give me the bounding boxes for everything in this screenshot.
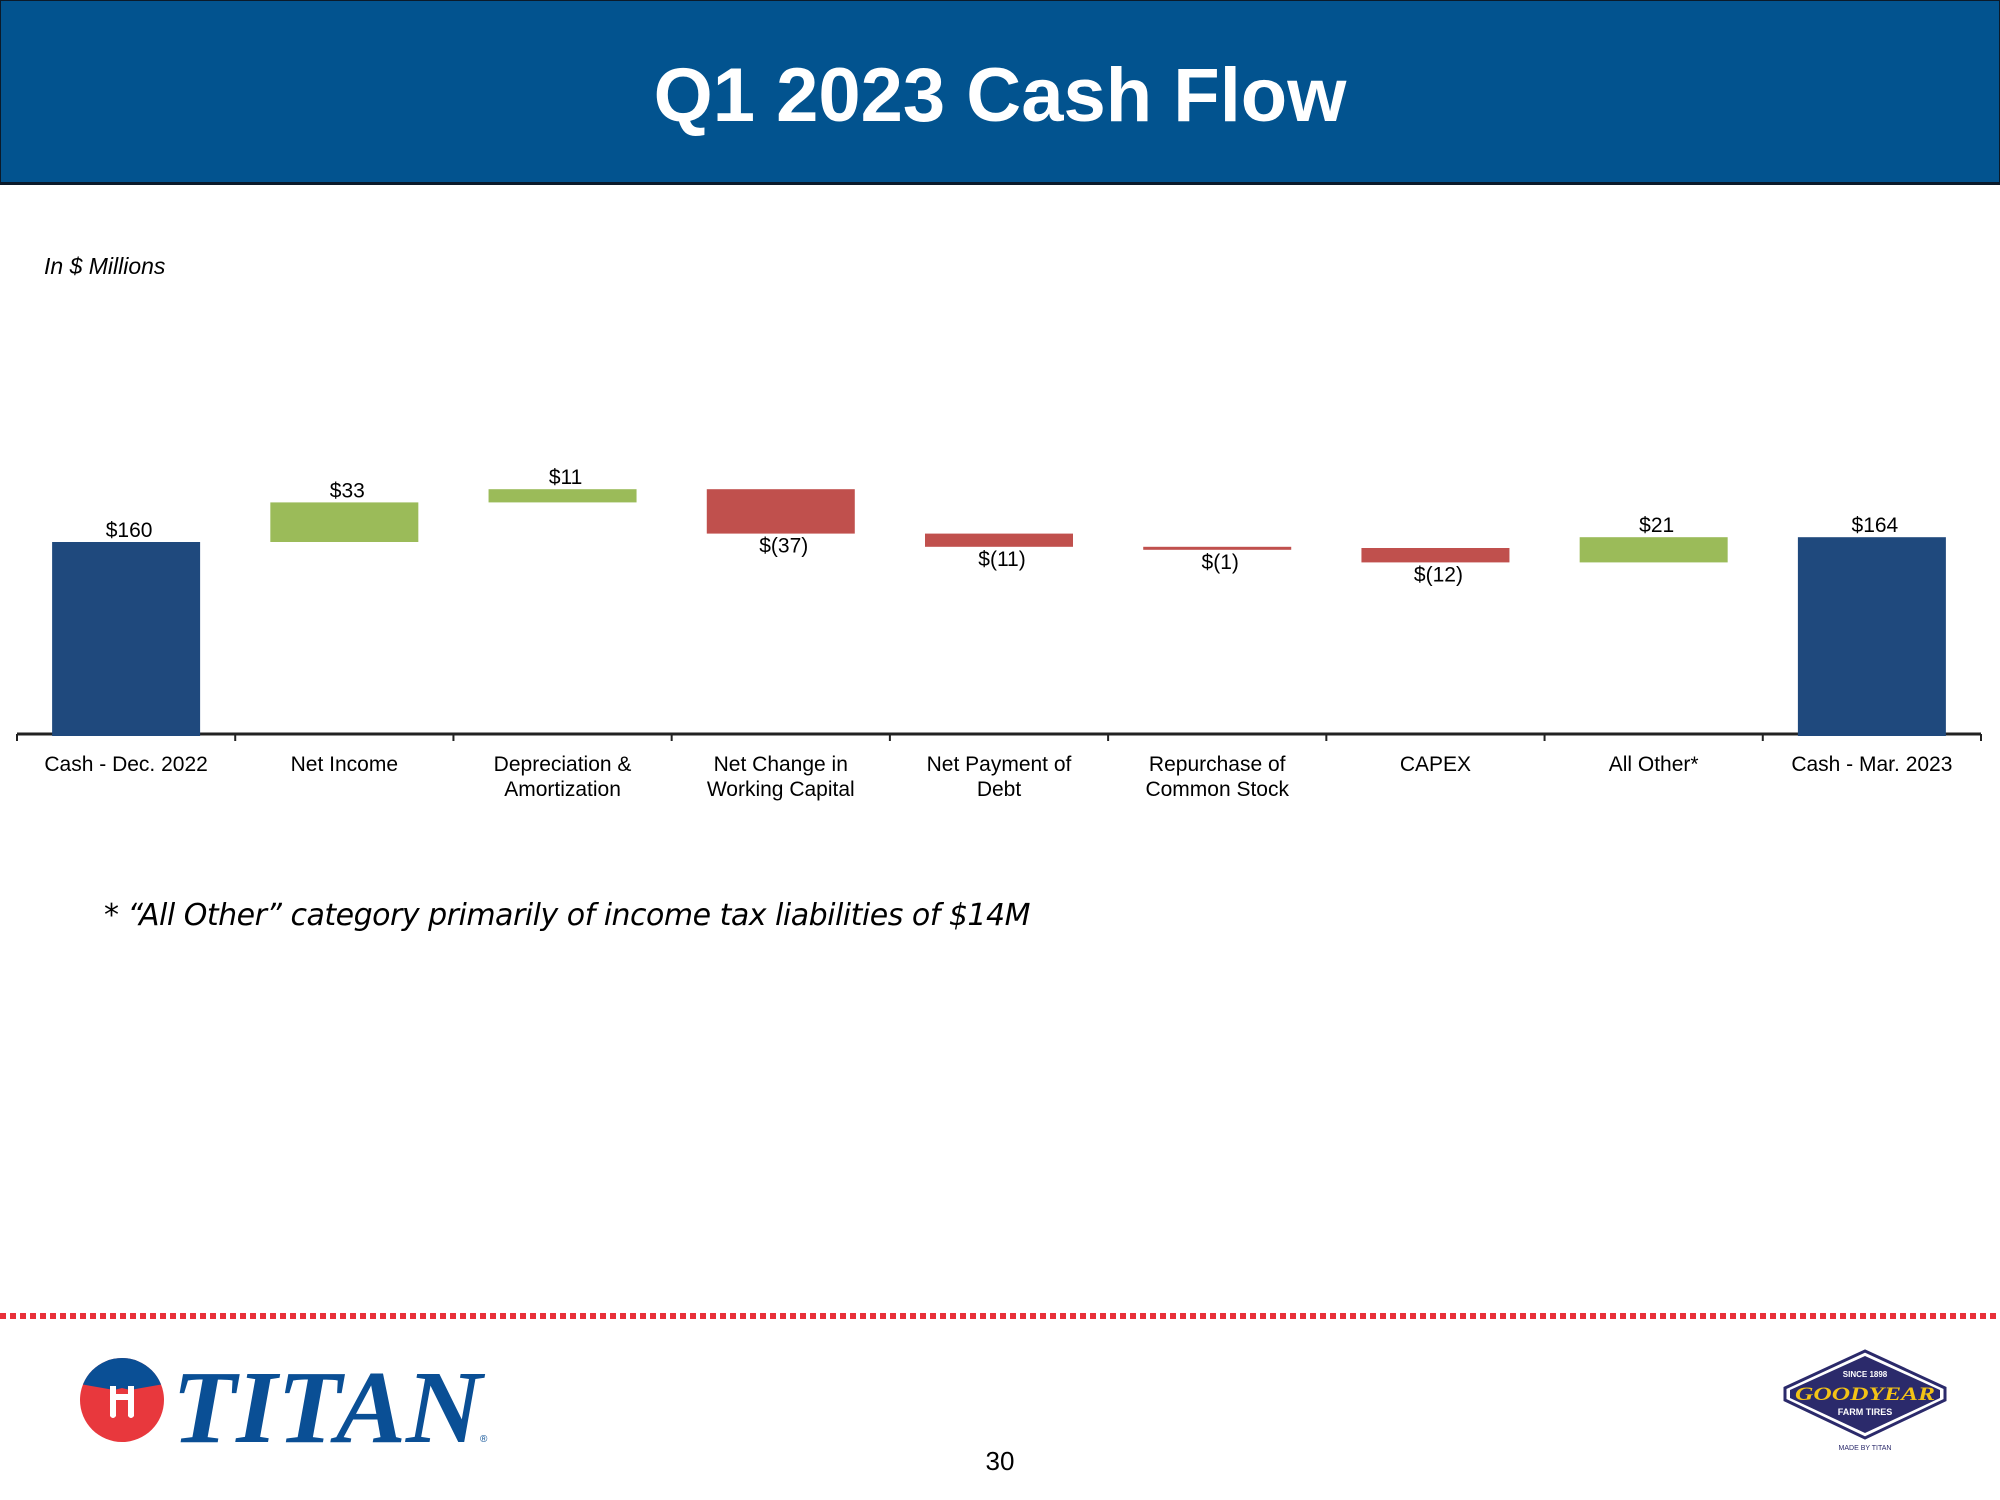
data-label: $21: [1639, 514, 1674, 537]
goodyear-made-by: MADE BY TITAN: [1839, 1445, 1892, 1452]
x-tick-label-line: Net Change in: [714, 753, 848, 776]
units-label: In $ Millions: [44, 253, 166, 279]
data-label: $33: [330, 479, 365, 502]
bar-decrease: [706, 489, 855, 534]
x-tick-label-line: Depreciation &: [494, 753, 632, 776]
footnote: * “All Other” category primarily of inco…: [104, 898, 1030, 933]
x-tick-label: Net Payment of Debt: [927, 753, 1072, 801]
x-tick-label-line: Net Income: [291, 753, 398, 776]
bar-increase: [1579, 537, 1728, 563]
goodyear-subtitle: FARM TIRES: [1838, 1407, 1893, 1417]
x-tick-label-line: Cash - Dec. 2022: [44, 753, 207, 776]
titan-emblem-icon: [80, 1358, 164, 1442]
bar-increase: [488, 489, 637, 503]
bar-decrease: [1361, 548, 1510, 563]
page-title: Q1 2023 Cash Flow: [653, 53, 1347, 138]
x-tick-label: Cash - Mar. 2023: [1791, 753, 1952, 776]
goodyear-since: SINCE 1898: [1843, 1370, 1888, 1379]
page-number: 30: [985, 1446, 1015, 1476]
x-tick-label-line: Repurchase of: [1149, 753, 1286, 776]
goodyear-wordmark: GOODYEAR: [1795, 1384, 1935, 1405]
waterfall-chart: $160 Cash - Dec. 2022 $33 Net Income $11 Depr…: [16, 466, 1982, 801]
data-label: $(12): [1414, 563, 1463, 586]
title-banner: Q1 2023 Cash Flow: [0, 0, 2000, 185]
bar-total: [52, 542, 201, 736]
x-tick-label: Repurchase of Common Stock: [1145, 753, 1289, 801]
data-label: $(1): [1202, 551, 1239, 574]
bar-decrease: [925, 533, 1073, 547]
titan-wordmark: TITAN: [172, 1350, 486, 1450]
x-tick-label: CAPEX: [1400, 753, 1471, 776]
data-label: $(11): [978, 548, 1025, 571]
x-tick-label-line: Debt: [977, 778, 1022, 801]
x-tick-label: Net Change in Working Capital: [707, 753, 855, 801]
x-tick-label-line: Common Stock: [1145, 778, 1289, 801]
x-tick-label-line: Cash - Mar. 2023: [1791, 753, 1952, 776]
data-label: $11: [549, 466, 582, 489]
x-tick-label: Cash - Dec. 2022: [44, 753, 207, 776]
x-tick-label: Depreciation & Amortization: [494, 753, 632, 801]
x-tick-label: Net Income: [291, 753, 398, 776]
x-tick-label-line: Net Payment of: [927, 753, 1072, 776]
dotted-divider: [0, 1313, 2000, 1319]
x-tick-label-line: Amortization: [504, 778, 621, 801]
x-tick-label-line: Working Capital: [707, 778, 855, 801]
x-tick-label: All Other*: [1609, 753, 1699, 776]
bar-total: [1797, 537, 1946, 736]
data-label: $164: [1852, 514, 1899, 537]
bar-increase: [270, 502, 419, 542]
titan-logo: TITAN ®: [80, 1350, 500, 1465]
goodyear-logo: SINCE 1898 GOODYEAR FARM TIRES MADE BY T…: [1780, 1348, 1950, 1463]
x-tick-label-line: All Other*: [1609, 753, 1699, 776]
bar-decrease: [1143, 546, 1292, 550]
data-label: $160: [106, 519, 153, 542]
registered-mark: ®: [480, 1434, 488, 1445]
data-label: $(37): [759, 535, 808, 558]
x-tick-label-line: CAPEX: [1400, 753, 1471, 776]
